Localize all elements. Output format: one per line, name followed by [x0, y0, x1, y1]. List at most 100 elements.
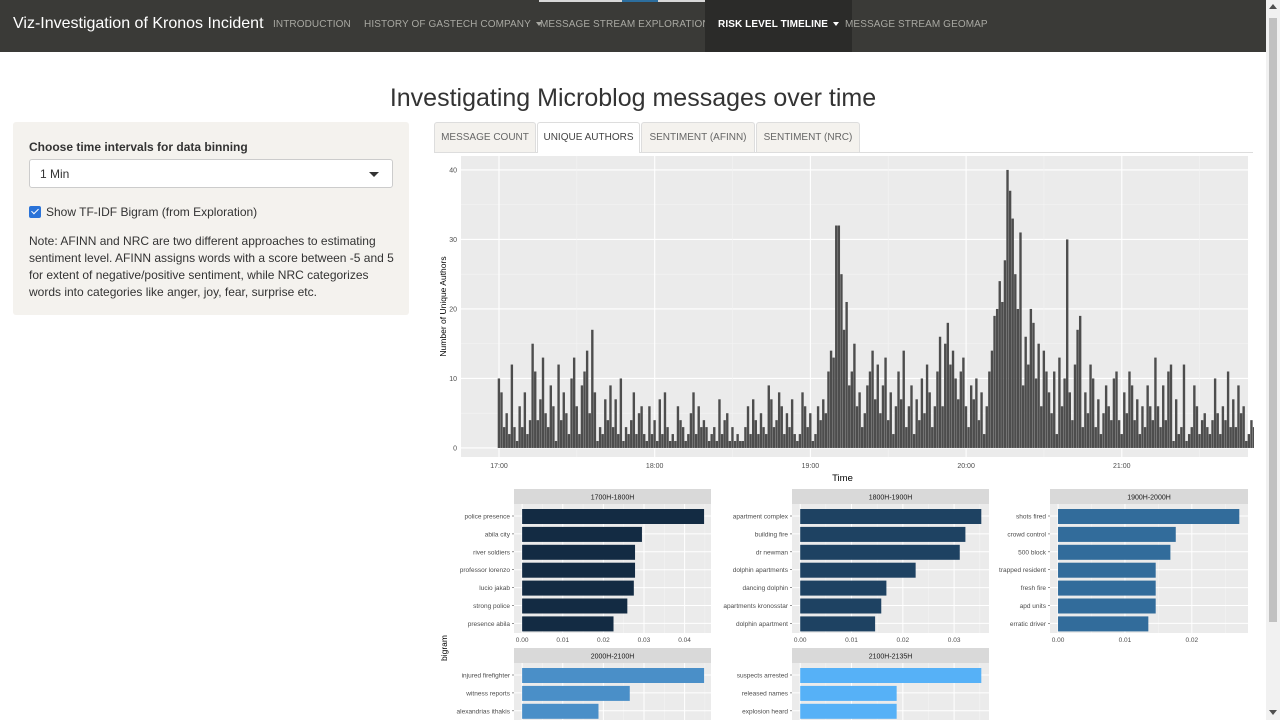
author-count-bar — [931, 427, 934, 448]
author-count-bar — [793, 434, 796, 448]
author-count-bar — [840, 274, 843, 448]
page-scrollbar[interactable] — [1266, 0, 1280, 720]
tfidf-checkbox[interactable] — [29, 206, 41, 218]
author-count-bar — [585, 350, 589, 448]
facet-panel: 2000H-2100H injured firefighter witness re… — [457, 648, 711, 720]
author-count-bar — [648, 406, 651, 448]
author-count-bar — [713, 427, 716, 448]
author-count-bar — [668, 441, 672, 448]
author-count-bar — [567, 434, 571, 448]
nav-history-gastech[interactable]: HISTORY OF GASTECH COMPANY — [351, 0, 555, 52]
author-count-bar — [886, 420, 890, 448]
author-count-bar — [505, 413, 508, 448]
tab-sentiment-afinn[interactable]: SENTIMENT (AFINN) — [641, 122, 755, 152]
author-count-bar — [598, 427, 602, 448]
author-count-bar — [1024, 336, 1027, 448]
author-count-bar — [1055, 434, 1059, 448]
author-count-bar — [1149, 406, 1152, 448]
author-count-bar — [559, 420, 563, 448]
scroll-thumb[interactable] — [1269, 18, 1277, 622]
tab-message-count[interactable]: MESSAGE COUNT — [434, 122, 536, 152]
author-count-bar — [785, 413, 789, 448]
interval-select[interactable]: 1 Min — [29, 159, 393, 188]
author-count-bar — [899, 399, 903, 448]
bigram-bar — [1058, 526, 1176, 542]
author-count-bar — [837, 225, 841, 448]
x-tick-label: 0.00 — [1052, 637, 1065, 644]
author-count-bar — [1014, 274, 1017, 448]
author-count-bar — [614, 399, 617, 448]
bigram-bar — [522, 544, 636, 560]
nav-risk-level-timeline[interactable]: RISK LEVEL TIMELINE — [705, 0, 853, 52]
scroll-up-arrow-icon[interactable] — [1269, 4, 1277, 9]
author-count-bar — [957, 399, 960, 448]
nav-label: HISTORY OF GASTECH COMPANY — [364, 19, 531, 30]
author-count-bar — [1073, 364, 1077, 448]
author-count-bar — [1040, 406, 1043, 448]
author-count-bar — [676, 406, 680, 448]
author-count-bar — [661, 434, 664, 448]
x-tick-label: 0.02 — [597, 637, 610, 644]
author-count-bar — [967, 427, 970, 448]
author-count-bar — [1198, 434, 1201, 448]
x-tick-label: 0.02 — [896, 637, 909, 644]
bigram-bar — [522, 598, 628, 614]
author-count-bar — [993, 315, 996, 448]
facet-panel: 1800H-1900H apartment complex building fir… — [723, 489, 989, 644]
interval-select-value: 1 Min — [40, 167, 70, 181]
author-count-bar — [1042, 350, 1046, 448]
author-count-bar — [687, 434, 690, 448]
bigram-bar — [1058, 580, 1156, 596]
author-count-bar — [554, 441, 558, 448]
tab-sentiment-nrc[interactable]: SENTIMENT (NRC) — [756, 122, 860, 152]
nav-introduction[interactable]: INTRODUCTION — [260, 0, 364, 52]
author-count-bar — [944, 343, 947, 448]
author-count-bar — [1045, 371, 1048, 448]
bigram-label: professor lorenzo — [460, 567, 511, 574]
author-count-bar — [977, 420, 981, 448]
author-count-bar — [1021, 385, 1025, 448]
author-count-bar — [733, 441, 737, 448]
author-count-bar — [1219, 434, 1222, 448]
author-count-bar — [855, 406, 859, 448]
bigram-label: apartment complex — [733, 514, 789, 521]
author-count-bar — [1076, 329, 1079, 448]
author-count-bar — [663, 392, 667, 448]
bigram-bar — [800, 509, 982, 524]
author-count-bar — [739, 441, 742, 448]
author-count-bar — [788, 427, 791, 448]
author-count-bar — [1110, 420, 1113, 448]
author-count-bar — [1027, 364, 1030, 448]
author-count-bar — [720, 434, 724, 448]
nav-label: INTRODUCTION — [273, 19, 351, 30]
app-title[interactable]: Viz-Investigation of Kronos Incident — [13, 15, 264, 33]
author-count-bar — [829, 350, 833, 448]
scroll-down-arrow-icon[interactable] — [1269, 710, 1277, 715]
author-count-bar — [783, 434, 786, 448]
author-count-bar — [915, 399, 918, 448]
nav-message-stream-exploration[interactable]: MESSAGE STREAM EXPLORATION — [527, 0, 734, 52]
author-count-bar — [814, 434, 817, 448]
bigram-label: 500 block — [1018, 549, 1047, 556]
author-count-bar — [622, 441, 625, 448]
author-count-bar — [1084, 392, 1087, 448]
author-count-bar — [1086, 413, 1090, 448]
author-count-bar — [757, 434, 760, 448]
author-count-bar — [619, 378, 623, 448]
author-count-bar — [1138, 434, 1142, 448]
author-count-bar — [1050, 413, 1053, 448]
author-count-bar — [1003, 260, 1007, 448]
bigram-label: strong police — [473, 603, 510, 610]
author-count-bar — [1250, 420, 1253, 448]
unique-authors-chart: 0 10 20 30 40 17:00 18:00 19:00 20:00 21:00 Time Nu… — [438, 156, 1254, 484]
author-count-bar — [707, 441, 711, 448]
author-count-bar — [1123, 392, 1126, 448]
author-count-bar — [1047, 392, 1051, 448]
bigram-label: crowd control — [1007, 531, 1046, 538]
tab-unique-authors[interactable]: UNIQUE AUTHORS — [537, 122, 640, 153]
tfidf-checkbox-label[interactable]: Show TF-IDF Bigram (from Exploration) — [46, 205, 257, 219]
author-count-bar — [1011, 218, 1014, 448]
author-count-bar — [1187, 434, 1191, 448]
nav-message-stream-geomap[interactable]: MESSAGE STREAM GEOMAP — [832, 0, 1001, 52]
page-title: Investigating Microblog messages over ti… — [389, 84, 877, 112]
